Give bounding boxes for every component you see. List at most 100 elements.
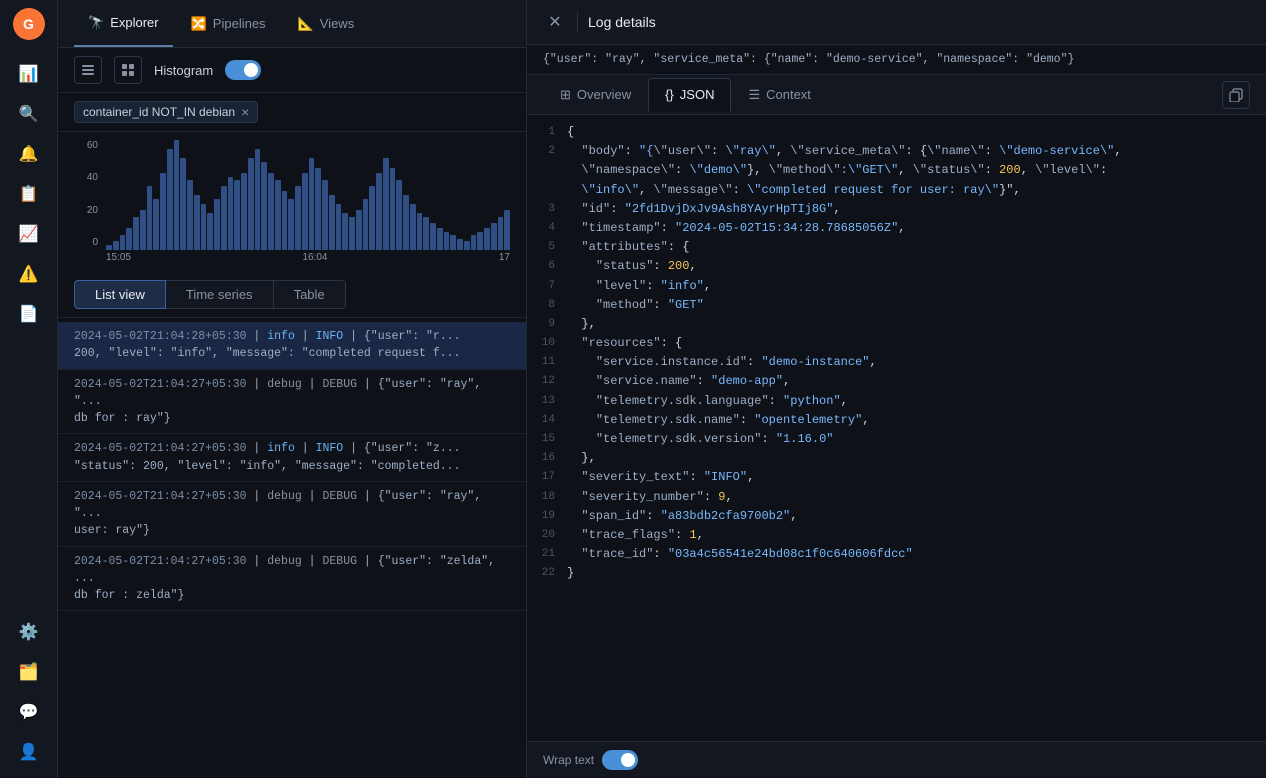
filter-tag-close-btn[interactable]: × xyxy=(241,105,249,119)
chart-bar xyxy=(295,186,301,250)
list-item[interactable]: 2024-05-02T21:04:27+05:30 | info | INFO … xyxy=(58,434,526,482)
tab-explorer[interactable]: 🔭 Explorer xyxy=(74,0,173,47)
sidebar-item-analytics[interactable]: 📈 xyxy=(11,216,47,252)
log-body: {"user": "z... xyxy=(364,442,461,455)
line-number: 6 xyxy=(527,257,567,276)
wrap-text-toggle[interactable] xyxy=(602,750,638,770)
log-timestamp: 2024-05-02T21:04:27+05:30 xyxy=(74,442,247,455)
histogram-toggle[interactable] xyxy=(225,60,261,80)
chart-bar xyxy=(207,213,213,250)
chart-bar xyxy=(288,199,294,250)
sidebar-item-search[interactable]: 🔍 xyxy=(11,96,47,132)
chart-bar xyxy=(201,204,207,250)
panel-tab-json[interactable]: {} JSON xyxy=(648,78,731,112)
log-list[interactable]: 2024-05-02T21:04:28+05:30 | info | INFO … xyxy=(58,318,526,778)
list-item[interactable]: 2024-05-02T21:04:27+05:30 | debug | DEBU… xyxy=(58,482,526,547)
log-details-panel: ✕ Log details {"user": "ray", "service_m… xyxy=(526,0,1266,778)
line-content: "severity_number": 9, xyxy=(567,488,1258,507)
histogram-grid-btn[interactable] xyxy=(114,56,142,84)
chart-bar xyxy=(464,241,470,250)
histogram-view-btn[interactable] xyxy=(74,56,102,84)
filter-bar: container_id NOT_IN debian × xyxy=(58,93,526,132)
view-tab-table[interactable]: Table xyxy=(274,280,346,309)
tab-views[interactable]: 📐 Views xyxy=(284,0,369,47)
sidebar-item-dashboard[interactable]: 📋 xyxy=(11,176,47,212)
log-detail: user: ray"} xyxy=(74,524,150,537)
chart-bar xyxy=(363,199,369,250)
json-line: 13 "telemetry.sdk.language": "python", xyxy=(527,392,1266,411)
line-content: "service.name": "demo-app", xyxy=(567,372,1258,391)
copy-button[interactable] xyxy=(1222,81,1250,109)
log-detail: db for : ray"} xyxy=(74,412,171,425)
panel-footer: Wrap text xyxy=(527,741,1266,778)
view-tabs: List view Time series Table xyxy=(58,272,526,318)
chart-bar xyxy=(315,168,321,251)
json-line: 15 "telemetry.sdk.version": "1.16.0" xyxy=(527,430,1266,449)
sidebar-item-reports[interactable]: 📄 xyxy=(11,296,47,332)
chart-bar xyxy=(160,173,166,250)
json-line: \"info\", \"message\": \"completed reque… xyxy=(527,181,1266,200)
logo-text: G xyxy=(23,16,34,32)
log-timestamp: 2024-05-02T21:04:27+05:30 xyxy=(74,490,247,503)
pipelines-icon: 🔀 xyxy=(191,16,207,32)
chart-bar xyxy=(302,173,308,250)
chart-bar xyxy=(342,213,348,250)
line-content: "severity_text": "INFO", xyxy=(567,468,1258,487)
list-item[interactable]: 2024-05-02T21:04:28+05:30 | info | INFO … xyxy=(58,322,526,370)
line-content: "body": "{\"user\": \"ray\", \"service_m… xyxy=(567,142,1258,161)
panel-preview: {"user": "ray", "service_meta": {"name":… xyxy=(527,45,1266,75)
views-icon: 📐 xyxy=(298,16,314,32)
line-number: 14 xyxy=(527,411,567,430)
line-content: "service.instance.id": "demo-instance", xyxy=(567,353,1258,372)
view-tab-list[interactable]: List view xyxy=(74,280,166,309)
sidebar-item-feedback[interactable]: 💬 xyxy=(11,694,47,730)
panel-close-button[interactable]: ✕ xyxy=(543,10,567,34)
line-number: 16 xyxy=(527,449,567,468)
line-number: 17 xyxy=(527,468,567,487)
chart-bar xyxy=(174,140,180,250)
line-number: 9 xyxy=(527,315,567,334)
list-item[interactable]: 2024-05-02T21:04:27+05:30 | debug | DEBU… xyxy=(58,547,526,612)
json-line: 1{ xyxy=(527,123,1266,142)
app-logo: G xyxy=(13,8,45,40)
line-number xyxy=(527,181,567,200)
sidebar-item-layers[interactable]: 🗂️ xyxy=(11,654,47,690)
histogram-bar: Histogram xyxy=(58,48,526,93)
line-number: 7 xyxy=(527,277,567,296)
line-content: }, xyxy=(567,315,1258,334)
panel-header: ✕ Log details xyxy=(527,0,1266,45)
panel-tab-context[interactable]: ☰ Context xyxy=(731,78,827,112)
y-label-60: 60 xyxy=(74,140,98,151)
chart-bar xyxy=(423,217,429,250)
overview-tab-label: Overview xyxy=(577,87,631,102)
sidebar-item-explore[interactable]: 📊 xyxy=(11,56,47,92)
context-tab-icon: ☰ xyxy=(748,87,760,103)
line-content: }, xyxy=(567,449,1258,468)
chart-bar xyxy=(120,235,126,250)
chart-bar xyxy=(417,213,423,250)
line-content: } xyxy=(567,564,1258,583)
line-number: 3 xyxy=(527,200,567,219)
chart-bar xyxy=(349,217,355,250)
log-level-label: DEBUG xyxy=(322,490,357,503)
chart-bar xyxy=(282,191,288,250)
line-content: "attributes": { xyxy=(567,238,1258,257)
chart-bar xyxy=(140,210,146,250)
chart-bar xyxy=(504,210,510,250)
line-number: 8 xyxy=(527,296,567,315)
chart-bar xyxy=(376,173,382,250)
line-content: "telemetry.sdk.name": "opentelemetry", xyxy=(567,411,1258,430)
sidebar-item-user[interactable]: 👤 xyxy=(11,734,47,770)
panel-tab-overview[interactable]: ⊞ Overview xyxy=(543,78,648,112)
view-tab-timeseries[interactable]: Time series xyxy=(166,280,274,309)
tab-pipelines[interactable]: 🔀 Pipelines xyxy=(177,0,280,47)
filter-tag[interactable]: container_id NOT_IN debian × xyxy=(74,101,258,123)
sidebar-item-alerts[interactable]: 🔔 xyxy=(11,136,47,172)
chart-y-labels: 60 40 20 0 xyxy=(74,140,98,248)
sidebar-item-settings[interactable]: ⚙️ xyxy=(11,614,47,650)
list-item[interactable]: 2024-05-02T21:04:27+05:30 | debug | DEBU… xyxy=(58,370,526,435)
log-detail: "status": 200, "level": "info", "message… xyxy=(74,460,460,473)
log-level: info xyxy=(267,442,295,455)
line-content: "trace_id": "03a4c56541e24bd08c1f0c64060… xyxy=(567,545,1258,564)
sidebar-item-issues[interactable]: ⚠️ xyxy=(11,256,47,292)
